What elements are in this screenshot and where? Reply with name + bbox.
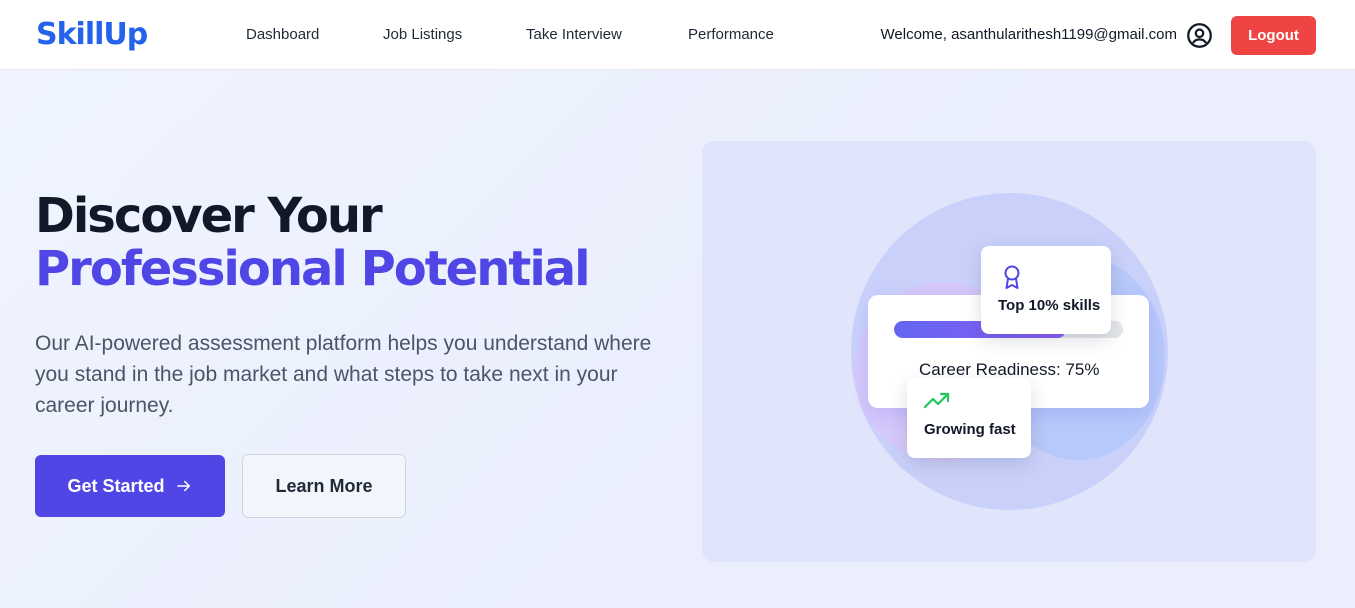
welcome-text: Welcome, asanthularithesh1199@gmail.com	[880, 26, 1177, 43]
hero-headline-line2: Professional Potential	[35, 241, 591, 297]
logout-button[interactable]: Logout	[1231, 16, 1316, 55]
learn-more-button[interactable]: Learn More	[242, 454, 406, 518]
nav-dashboard[interactable]: Dashboard	[246, 26, 319, 43]
growing-fast-badge	[907, 378, 1031, 458]
trending-up-icon	[924, 392, 950, 409]
user-circle-icon[interactable]	[1186, 22, 1213, 49]
growing-fast-label: Growing fast	[924, 421, 1016, 438]
nav-take-interview[interactable]: Take Interview	[526, 26, 622, 43]
get-started-button[interactable]: Get Started	[35, 455, 225, 517]
hero-description: Our AI-powered assessment platform helps…	[35, 332, 652, 417]
top-skills-badge	[981, 246, 1111, 334]
hero-headline-line1: Discover Your	[35, 188, 383, 244]
get-started-label: Get Started	[67, 475, 165, 496]
career-readiness-label: Career Readiness: 75%	[919, 360, 1100, 379]
logo[interactable]: SkillUp	[36, 17, 148, 52]
top-navbar: SkillUp Dashboard Job Listings Take Inte…	[0, 0, 1355, 70]
nav-job-listings[interactable]: Job Listings	[383, 26, 462, 43]
nav-performance[interactable]: Performance	[688, 26, 774, 43]
award-icon	[1004, 265, 1020, 289]
top-skills-label: Top 10% skills	[998, 297, 1101, 314]
arrow-right-icon	[176, 480, 190, 492]
